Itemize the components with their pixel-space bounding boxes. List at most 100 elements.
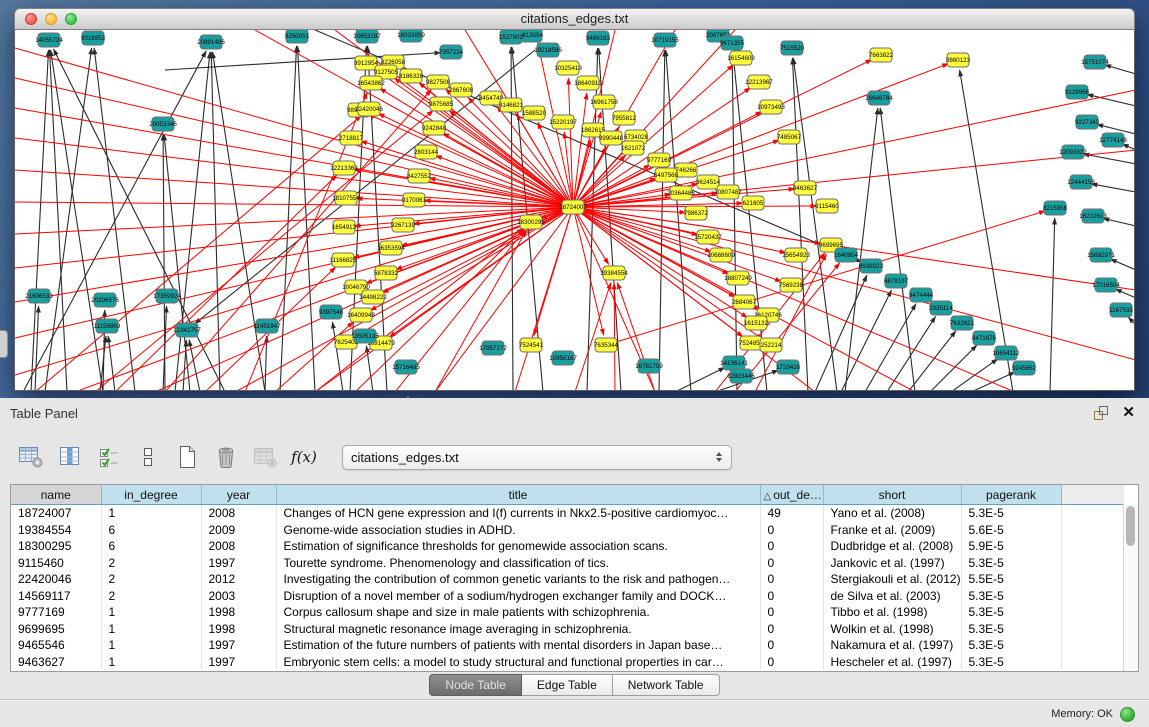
network-node[interactable]: 7663822 (869, 48, 894, 62)
table-cell[interactable]: 2 (101, 588, 201, 605)
network-node[interactable]: 20364486 (667, 186, 695, 200)
network-node[interactable]: 1640954 (834, 248, 859, 262)
table-cell[interactable]: 49 (760, 505, 823, 522)
network-node[interactable]: 9242848 (422, 121, 447, 135)
table-cell[interactable]: 0 (760, 588, 823, 605)
edit-columns-button[interactable] (94, 442, 124, 472)
table-cell[interactable]: Embryonic stem cells: a model to study s… (276, 654, 760, 671)
network-node[interactable]: 16543862 (357, 76, 385, 90)
table-cell[interactable]: 0 (760, 637, 823, 654)
minimize-window-icon[interactable] (45, 13, 57, 25)
network-node[interactable]: 7485067 (777, 130, 802, 144)
table-cell[interactable]: 9777169 (11, 604, 101, 621)
network-node[interactable]: 17359924 (153, 289, 181, 303)
network-node[interactable]: 1733426 (776, 360, 801, 374)
network-node[interactable]: 9227343 (1075, 115, 1100, 129)
network-node[interactable]: 20891406 (197, 35, 225, 49)
delete-column-button[interactable] (211, 442, 241, 472)
network-node[interactable]: 14055724 (35, 33, 63, 47)
network-node[interactable]: 8938923 (859, 259, 884, 273)
network-node[interactable]: 16961758 (590, 95, 618, 109)
network-node[interactable]: 621605 (742, 196, 764, 210)
network-node[interactable]: 1167533 (1109, 303, 1133, 317)
network-node[interactable]: 9115460 (815, 199, 839, 213)
network-node[interactable]: 9129966 (1065, 85, 1090, 99)
tab-node-table[interactable]: Node Table (429, 674, 522, 696)
table-cell[interactable]: 1 (101, 621, 201, 638)
network-node[interactable]: 9267130 (391, 218, 416, 232)
network-node[interactable]: 7986372 (684, 206, 709, 220)
table-cell[interactable]: 19384554 (11, 522, 101, 539)
network-node[interactable]: 12213363 (330, 161, 358, 175)
column-header-name[interactable]: name (11, 485, 101, 505)
float-panel-icon[interactable] (1093, 405, 1109, 421)
network-node[interactable]: 9397548 (319, 305, 344, 319)
close-window-icon[interactable] (25, 13, 37, 25)
network-node[interactable]: 12093822 (1059, 145, 1087, 159)
network-node[interactable]: 9860123 (946, 53, 971, 67)
memory-status-icon[interactable] (1120, 707, 1135, 722)
network-node[interactable]: 18640910 (574, 76, 602, 90)
network-node[interactable]: 7635344 (594, 338, 619, 352)
network-node[interactable]: 10958167 (549, 351, 577, 365)
network-node[interactable]: 7515520 (780, 41, 805, 55)
zoom-window-icon[interactable] (65, 13, 77, 25)
network-node[interactable]: 1654913 (332, 220, 357, 234)
network-node[interactable]: 1527602 (499, 30, 524, 44)
table-cell[interactable]: 5.3E-5 (961, 654, 1061, 671)
table-row[interactable]: 1830029562008Estimation of significance … (11, 538, 1124, 555)
table-select[interactable]: citations_edges.txt (342, 445, 732, 470)
tab-edge-table[interactable]: Edge Table (522, 674, 613, 696)
delete-table-button[interactable] (250, 442, 280, 472)
network-node[interactable]: 18107554 (332, 191, 360, 205)
network-node[interactable]: 1615132 (744, 316, 769, 330)
network-node[interactable]: 16210613 (1079, 209, 1107, 223)
table-cell[interactable]: Changes of HCN gene expression and I(f) … (276, 505, 760, 522)
network-node[interactable]: 7955812 (612, 111, 637, 125)
network-node[interactable]: 20206576 (91, 293, 119, 307)
network-node[interactable]: 12213967 (745, 75, 773, 89)
table-cell[interactable]: Estimation of the future numbers of pati… (276, 637, 760, 654)
table-cell[interactable]: Tourette syndrome. Phenomenology and cla… (276, 555, 760, 572)
table-cell[interactable]: 1 (101, 637, 201, 654)
column-header-short[interactable]: short (823, 485, 961, 505)
table-cell[interactable]: 18724007 (11, 505, 101, 522)
network-node[interactable]: 20053346 (149, 117, 177, 131)
table-cell[interactable]: 0 (760, 654, 823, 671)
table-cell[interactable]: 0 (760, 522, 823, 539)
table-row[interactable]: 911546021997Tourette syndrome. Phenomeno… (11, 555, 1124, 572)
network-node[interactable]: 7524541 (519, 338, 544, 352)
network-view[interactable]: 1872400718300295991295482260589127505165… (14, 30, 1135, 391)
table-cell[interactable]: Jankovic et al. (1997) (823, 555, 961, 572)
network-node[interactable]: 13505135 (351, 329, 379, 343)
table-cell[interactable]: Wolkin et al. (1998) (823, 621, 961, 638)
network-node[interactable]: 9146821 (499, 98, 524, 112)
network-node[interactable]: 14136141 (720, 356, 748, 370)
create-column-button[interactable] (172, 442, 202, 472)
show-columns-button[interactable] (55, 442, 85, 472)
table-cell[interactable]: 5.3E-5 (961, 621, 1061, 638)
table-cell[interactable]: Corpus callosum shape and size in male p… (276, 604, 760, 621)
network-node[interactable]: 1588520 (522, 106, 547, 120)
table-cell[interactable]: 9463627 (11, 654, 101, 671)
column-header-out_de[interactable]: △out_de… (760, 485, 823, 505)
network-node[interactable]: 8427552 (407, 169, 432, 183)
network-node[interactable]: 9671355 (720, 36, 745, 50)
network-node[interactable]: 14498222 (359, 290, 387, 304)
network-node[interactable]: 7357224 (439, 45, 464, 59)
table-row[interactable]: 946362711997Embryonic stem cells: a mode… (11, 654, 1124, 671)
table-cell[interactable]: Structural magnetic resonance image aver… (276, 621, 760, 638)
table-cell[interactable]: Nakamura et al. (1997) (823, 637, 961, 654)
tab-network-table[interactable]: Network Table (613, 674, 720, 696)
table-row[interactable]: 969969511998Structural magnetic resonanc… (11, 621, 1124, 638)
network-node[interactable]: 18300295 (517, 215, 545, 229)
table-row[interactable]: 977716911998Corpus callosum shape and si… (11, 604, 1124, 621)
table-cell[interactable]: 1 (101, 604, 201, 621)
table-cell[interactable]: Stergiakouli et al. (2012) (823, 571, 961, 588)
network-node[interactable]: 2935114 (929, 301, 953, 315)
network-node[interactable]: 5878332 (374, 266, 399, 280)
network-node[interactable]: 16154608 (727, 51, 755, 65)
column-header-in_degree[interactable]: in_degree (101, 485, 201, 505)
table-row[interactable]: 2242004622012Investigating the contribut… (11, 571, 1124, 588)
network-node[interactable]: 9777169 (647, 153, 672, 167)
